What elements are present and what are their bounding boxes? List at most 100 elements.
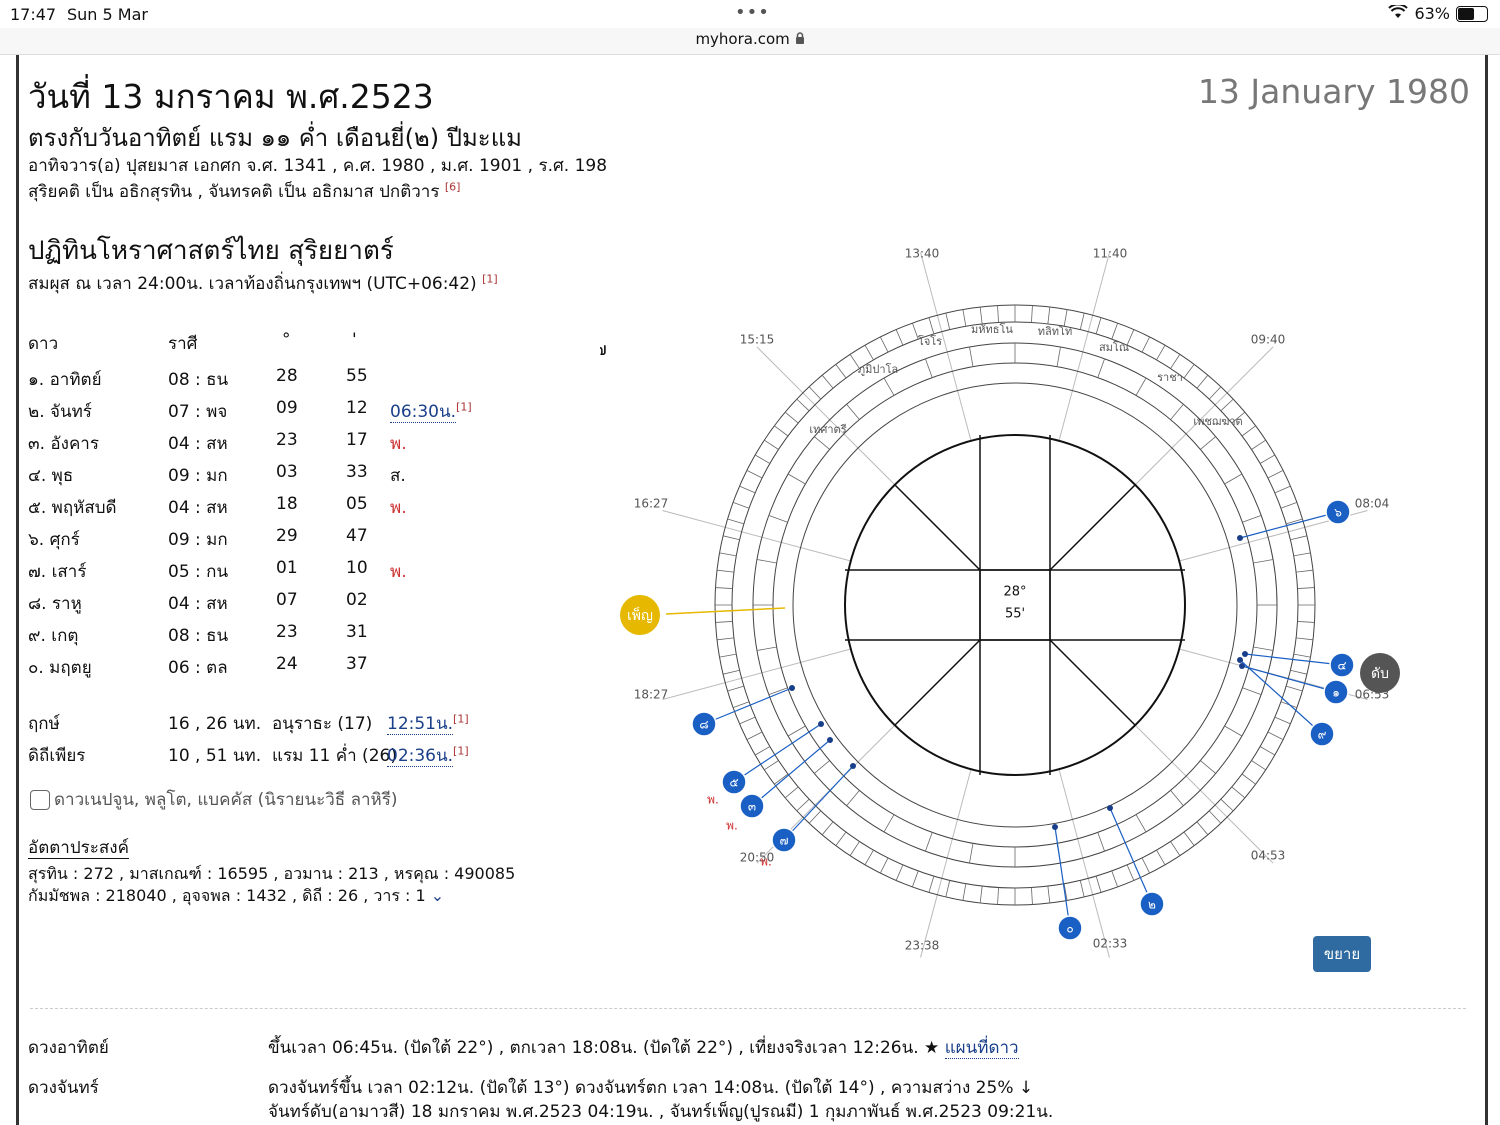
nakshatra-tick xyxy=(1267,470,1284,479)
full-moon-label: เพ็ญ xyxy=(627,606,653,624)
nakshatra-tick xyxy=(1296,569,1314,573)
footnote-ref[interactable]: [1] xyxy=(456,400,472,413)
era-line: อาทิจวาร(อ) ปุสยมาส เอกศก จ.ศ. 1341 , ค.… xyxy=(28,156,608,176)
planet-name: ๖. ศุกร์ xyxy=(28,530,80,550)
multitasking-dots-icon[interactable]: ••• xyxy=(735,2,770,23)
planet-min: 05 xyxy=(346,494,368,514)
section-subtitle-text: สมผุส ณ เวลา 24:00น. เวลาท้องถิ่นกรุงเทพ… xyxy=(28,274,477,294)
degree-tick xyxy=(756,646,777,651)
status-date: Sun 5 Mar xyxy=(67,5,148,24)
outer-planets-checkbox-row[interactable]: ดาวเนปจูน, พลูโต, แบคคัส (นิรายนะวิธี ลา… xyxy=(30,786,398,813)
degree-tick xyxy=(768,515,788,523)
sun-info-text: ขึ้นเวลา 06:45น. (ปัดใต้ 22°) , ตกเวลา 1… xyxy=(268,1038,940,1058)
nakshatra-tick xyxy=(997,887,999,905)
chevron-down-icon[interactable]: ⌄ xyxy=(431,886,444,905)
url-bar[interactable]: myhora.com xyxy=(0,28,1500,55)
atta-title[interactable]: อัตตาประสงค์ xyxy=(28,834,129,861)
zodiac-ring-label: เทศาตรี xyxy=(809,423,846,436)
footnote-ref[interactable]: [1] xyxy=(453,712,469,725)
degree-tick xyxy=(925,832,933,852)
col-header-degree: ° xyxy=(282,330,291,350)
nakshatra-tick xyxy=(1095,317,1102,335)
planet-min: 02 xyxy=(346,590,368,610)
nakshatra-tick xyxy=(1141,857,1150,874)
nakshatra-tick xyxy=(1183,831,1195,846)
degree-tick xyxy=(846,404,860,420)
nakshatra-tick xyxy=(808,386,822,400)
planet-deg: 07 xyxy=(276,590,298,610)
dilit-time[interactable]: 02:36น.[1] xyxy=(387,742,469,769)
nakshatra-tick xyxy=(719,552,737,557)
col-header-minute: ' xyxy=(352,330,357,350)
planet-note: พ. xyxy=(390,498,407,518)
degree-tick xyxy=(1224,725,1243,737)
planet-marker-label: ๐ xyxy=(1066,922,1073,936)
nakshatra-tick xyxy=(1285,685,1303,692)
degree-tick xyxy=(969,346,974,367)
status-bar: 17:47 Sun 5 Mar ••• 63% xyxy=(0,0,1500,28)
planet-rasi: 09 : มก xyxy=(168,466,228,486)
footnote-ref[interactable]: [1] xyxy=(453,744,469,757)
planet-name: ๒. จันทร์ xyxy=(28,402,92,422)
planet-note-link[interactable]: 06:30น. xyxy=(390,402,457,423)
footnote-ref[interactable]: [6] xyxy=(445,180,461,193)
atta-title-text[interactable]: อัตตาประสงค์ xyxy=(28,838,129,859)
planet-marker-label: ๘ xyxy=(699,718,708,732)
degree-tick xyxy=(1056,346,1061,367)
dilit-time-link[interactable]: 02:36น. xyxy=(387,746,454,767)
planet-min: 47 xyxy=(346,526,368,546)
house-time-label: 16:27 xyxy=(634,497,669,511)
planet-rasi: 06 : ตล xyxy=(168,658,228,678)
nakshatra-tick xyxy=(1296,637,1314,641)
expand-button[interactable]: ขยาย xyxy=(1313,936,1371,972)
degree-tick xyxy=(883,814,895,833)
url-host[interactable]: myhora.com xyxy=(695,30,789,48)
planet-deg: 03 xyxy=(276,462,298,482)
nakshatra-tick xyxy=(1293,552,1311,557)
fruk-label: ฤกษ์ xyxy=(28,714,60,734)
nakshatra-tick xyxy=(979,886,983,904)
nakshatra-tick xyxy=(1047,306,1051,324)
nakshatra-tick xyxy=(1267,731,1284,740)
planet-note[interactable]: 06:30น.[1] xyxy=(390,398,472,425)
page-title: วันที่ 13 มกราคม พ.ศ.2523 xyxy=(28,77,434,116)
planet-marker-label: ๖ xyxy=(1334,506,1342,520)
nakshatra-tick xyxy=(1031,305,1033,323)
footnote-ref[interactable]: [1] xyxy=(482,272,498,285)
planet-note: พ. xyxy=(390,562,407,582)
degree-tick xyxy=(1242,687,1262,695)
house-divider-line xyxy=(662,510,851,562)
planet-name: ๕. พฤหัสบดี xyxy=(28,498,117,518)
zodiac-ring-label: ทลิทโท xyxy=(1038,324,1072,338)
planet-deg: 18 xyxy=(276,494,298,514)
fruk-time[interactable]: 12:51น.[1] xyxy=(387,710,469,737)
planet-position-dot xyxy=(1242,651,1248,657)
outer-planets-label[interactable]: ดาวเนปจูน, พลูโต, แบคคัส (นิรายนะวิธี ลา… xyxy=(54,790,398,810)
degree-tick xyxy=(1253,646,1274,651)
outer-planets-checkbox[interactable] xyxy=(30,790,50,810)
degree-tick xyxy=(969,843,974,864)
nakshatra-tick xyxy=(719,653,737,658)
fruk-time-link[interactable]: 12:51น. xyxy=(387,714,454,735)
house-number: ๗ xyxy=(600,339,607,360)
planet-min: 17 xyxy=(346,430,368,450)
degree-tick xyxy=(1242,515,1262,523)
nakshatra-tick xyxy=(746,470,763,479)
retrograde-label: พ. xyxy=(707,793,719,807)
horoscope-wheel: 28°55'๔๘๐๗๔๖๑๙๑๒๙๓๐๗๒๕๖๓๕ ๘13:4011:4015:… xyxy=(600,247,1400,958)
nakshatra-tick xyxy=(1111,322,1118,340)
page-title-english: 13 January 1980 xyxy=(1197,72,1470,111)
star-map-link[interactable]: แผนที่ดาว xyxy=(944,1038,1019,1059)
zodiac-ring-label: โจโร xyxy=(918,334,942,348)
col-header-planet: ดาว xyxy=(28,334,59,354)
degree-tick xyxy=(1135,377,1147,396)
battery-fill xyxy=(1458,7,1475,20)
house-divider-line xyxy=(920,769,972,958)
nakshatra-tick xyxy=(1170,841,1181,856)
retrograde-label: พ. xyxy=(760,855,772,869)
degree-tick xyxy=(883,377,895,396)
dilit-label: ดิถีเพียร xyxy=(28,746,86,766)
section-title: ปฏิทินโหราศาสตร์ไทย สุริยยาตร์ xyxy=(28,236,394,266)
planet-position-dot xyxy=(827,737,833,743)
fruk-value: 16 , 26 นท. xyxy=(168,714,262,734)
